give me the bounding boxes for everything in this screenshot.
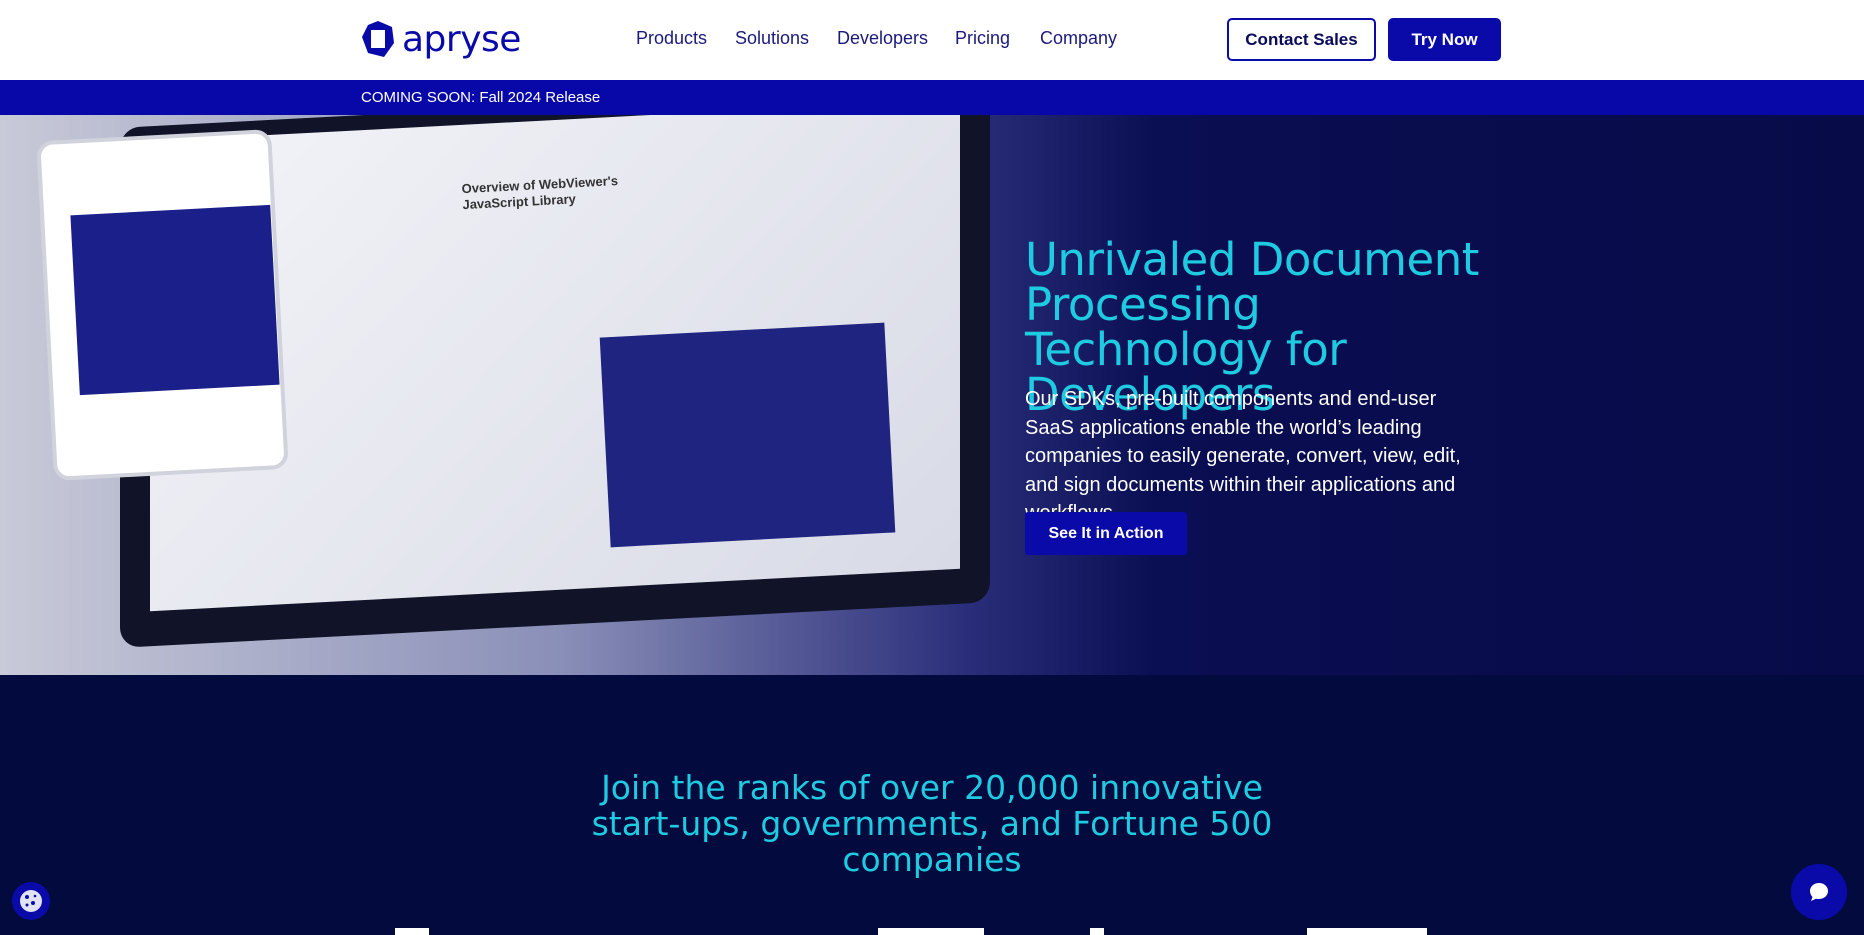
contact-sales-button[interactable]: Contact Sales	[1227, 18, 1376, 61]
nav-solutions[interactable]: Solutions	[735, 28, 809, 49]
announcement-banner[interactable]: COMING SOON: Fall 2024 Release	[0, 80, 1864, 115]
code-panel	[70, 204, 280, 396]
nav-developers[interactable]: Developers	[837, 28, 928, 49]
code-panel	[599, 322, 896, 548]
apryse-logo[interactable]: apryse	[360, 18, 521, 60]
try-now-button[interactable]: Try Now	[1388, 18, 1501, 61]
client-logo-ibm	[878, 928, 984, 935]
clients-heading: Join the ranks of over 20,000 innovative…	[0, 770, 1864, 878]
site-header: apryse Products Solutions Developers Pri…	[0, 0, 1864, 80]
client-logos	[0, 928, 1864, 935]
logo-text: apryse	[402, 18, 521, 60]
clients-heading-text: Join the ranks of over 20,000 innovative…	[591, 768, 1273, 879]
nav-products[interactable]: Products	[636, 28, 707, 49]
client-logo	[1307, 928, 1427, 935]
nav-company[interactable]: Company	[1040, 28, 1117, 49]
chat-button[interactable]	[1791, 864, 1847, 920]
banner-text[interactable]: COMING SOON: Fall 2024 Release	[361, 89, 600, 106]
apryse-logo-icon	[362, 21, 394, 57]
client-logo	[395, 928, 429, 935]
see-it-in-action-button[interactable]: See It in Action	[1025, 512, 1187, 555]
chat-bubble-icon	[1810, 883, 1828, 901]
cookie-settings-button[interactable]	[12, 882, 50, 920]
hero-section: Overview of WebViewer's JavaScript Libra…	[0, 115, 1864, 675]
nav-pricing[interactable]: Pricing	[955, 28, 1010, 49]
hero-description: Our SDKs, pre-built components and end-u…	[1025, 388, 1461, 524]
cookie-icon	[20, 890, 42, 912]
client-logo	[1090, 928, 1104, 935]
